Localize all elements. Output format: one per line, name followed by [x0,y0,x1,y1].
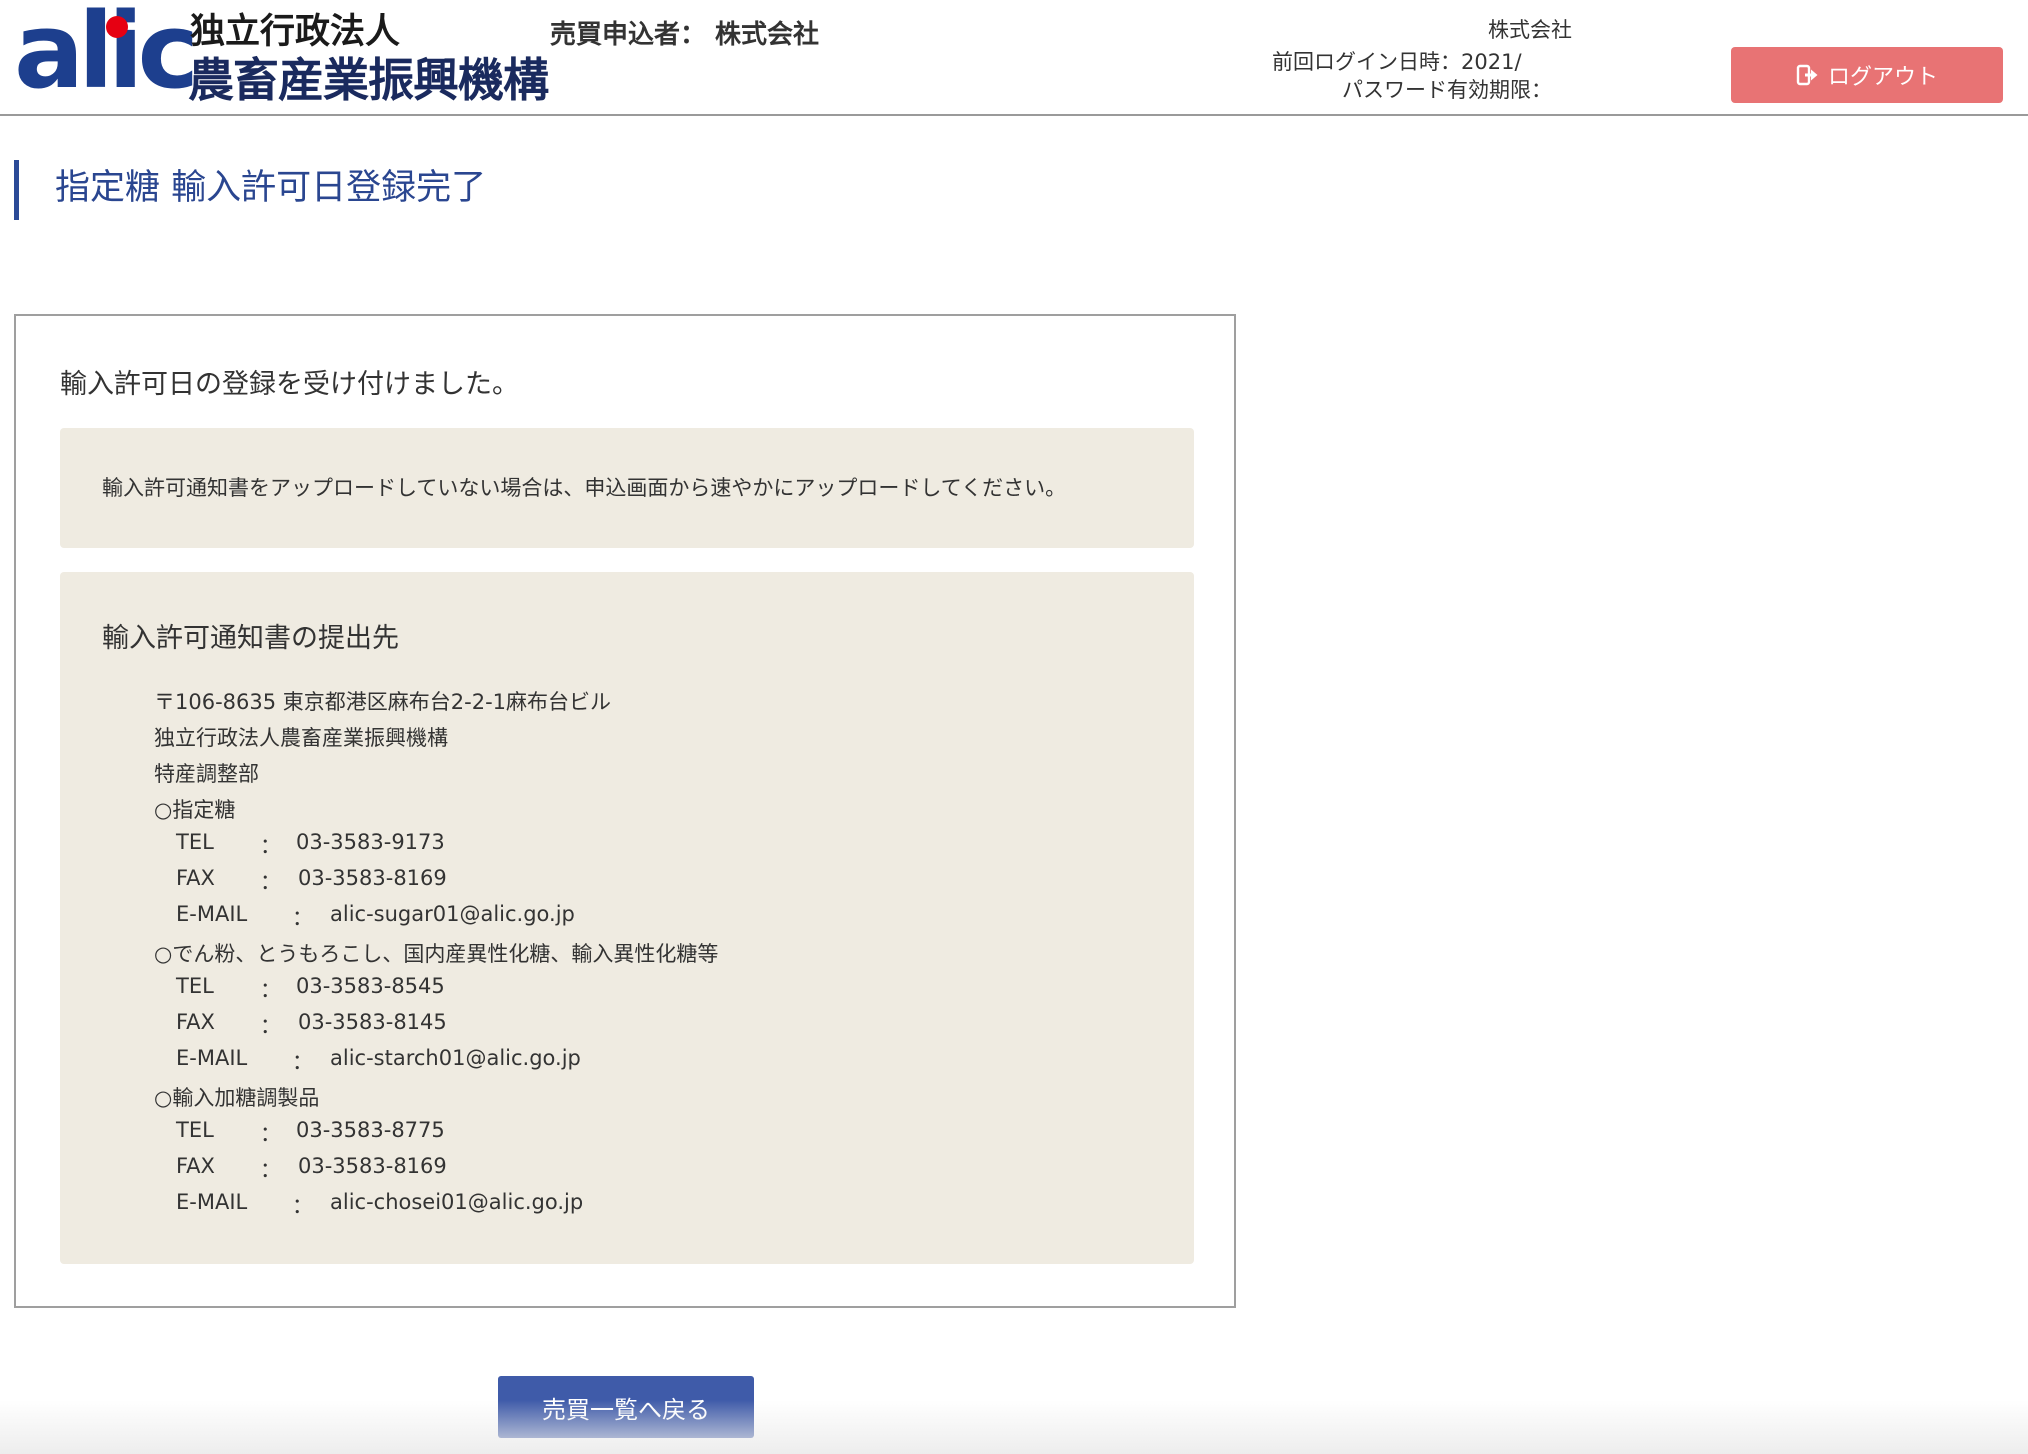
contact-row-fax: FAX ： 03-3583-8169 [60,1154,1194,1184]
colon: ： [260,1158,281,1182]
email-label: E-MAIL [176,1190,248,1214]
sign-out-icon [1796,64,1818,86]
contact-row-email: E-MAIL ： alic-chosei01@alic.go.jp [60,1190,1194,1220]
address-line-postal: 〒106-8635 東京都港区麻布台2-2-1麻布台ビル [154,690,612,714]
fax-value: 03-3583-8145 [298,1010,447,1034]
logo-text-line2: 農畜産業振興機構 [188,53,549,107]
bottom-shadow [0,1400,2028,1454]
contact-row-tel: TEL ： 03-3583-8545 [60,974,1194,1004]
colon: ： [260,834,281,858]
fax-label: FAX [176,1010,215,1034]
submission-destination-box: 輸入許可通知書の提出先 〒106-8635 東京都港区麻布台2-2-1麻布台ビル… [60,572,1194,1264]
contact-row-fax: FAX ： 03-3583-8145 [60,1010,1194,1040]
logout-button[interactable]: ログアウト [1731,47,2003,103]
section-heading-prepared-sugar: ○輸入加糖調製品 [154,1086,320,1110]
back-to-list-label: 売買一覧へ戻る [542,1395,710,1424]
page-title-block: 指定糖 輸入許可日登録完了 [14,160,486,220]
colon: ： [260,1122,281,1146]
email-label: E-MAIL [176,902,248,926]
last-login-datetime: 前回ログイン日時：2021/ [1272,50,1522,74]
applicant-name: 売買申込者： 株式会社 [550,20,820,50]
colon: ： [292,906,313,930]
header: alic 独立行政法人 農畜産業振興機構 売買申込者： 株式会社 株式会社 前回… [0,0,2028,116]
fax-value: 03-3583-8169 [298,1154,447,1178]
section-heading-sugar: ○指定糖 [154,798,236,822]
upload-notice-box: 輸入許可通知書をアップロードしていない場合は、申込画面から速やかにアップロードし… [60,428,1194,548]
tel-label: TEL [176,1118,214,1142]
password-expiry: パスワード有効期限： [1342,78,1552,102]
address-line-organization: 独立行政法人農畜産業振興機構 [154,726,448,750]
completion-panel: 輸入許可日の登録を受け付けました。 輸入許可通知書をアップロードしていない場合は… [14,314,1236,1308]
back-to-list-button[interactable]: 売買一覧へ戻る [498,1376,754,1438]
upload-notice-text: 輸入許可通知書をアップロードしていない場合は、申込画面から速やかにアップロードし… [102,476,1067,500]
email-value: alic-sugar01@alic.go.jp [330,902,575,926]
user-company: 株式会社 [1488,18,1572,42]
tel-label: TEL [176,974,214,998]
colon: ： [260,978,281,1002]
email-value: alic-chosei01@alic.go.jp [330,1190,584,1214]
email-value: alic-starch01@alic.go.jp [330,1046,581,1070]
fax-value: 03-3583-8169 [298,866,447,890]
tel-value: 03-3583-8775 [296,1118,445,1142]
contact-row-email: E-MAIL ： alic-starch01@alic.go.jp [60,1046,1194,1076]
completion-message: 輸入許可日の登録を受け付けました。 [60,369,519,400]
colon: ： [292,1194,313,1218]
address-line-department: 特産調整部 [154,762,259,786]
section-heading-starch: ○でん粉、とうもろこし、国内産異性化糖、輸入異性化糖等 [154,942,719,966]
fax-label: FAX [176,866,215,890]
page-title: 指定糖 輸入許可日登録完了 [55,168,487,208]
destination-title: 輸入許可通知書の提出先 [102,623,399,654]
contact-row-tel: TEL ： 03-3583-9173 [60,830,1194,860]
logo-red-dot [106,16,128,38]
contact-row-tel: TEL ： 03-3583-8775 [60,1118,1194,1148]
contact-row-fax: FAX ： 03-3583-8169 [60,866,1194,896]
colon: ： [292,1050,313,1074]
colon: ： [260,870,281,894]
tel-label: TEL [176,830,214,854]
colon: ： [260,1014,281,1038]
logo-text-line1: 独立行政法人 [190,12,401,52]
logo-word: alic [14,0,199,112]
alic-logo-mark: alic [14,0,199,106]
logout-label: ログアウト [1827,65,1938,90]
tel-value: 03-3583-9173 [296,830,445,854]
fax-label: FAX [176,1154,215,1178]
contact-row-email: E-MAIL ： alic-sugar01@alic.go.jp [60,902,1194,932]
tel-value: 03-3583-8545 [296,974,445,998]
email-label: E-MAIL [176,1046,248,1070]
